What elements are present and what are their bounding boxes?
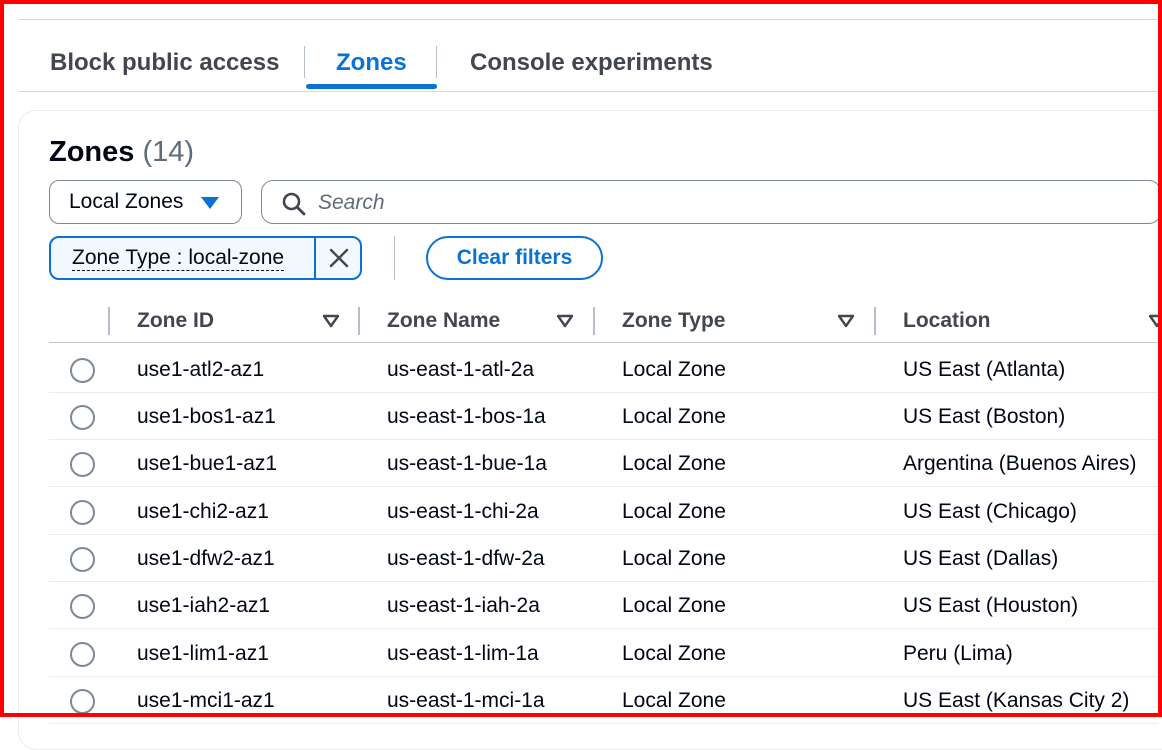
filter-token-label[interactable]: Zone Type : local-zone <box>72 246 285 271</box>
cell-zone-name: us-east-1-iah-2a <box>387 593 540 617</box>
caret-down-icon <box>201 197 219 209</box>
close-icon <box>329 248 349 268</box>
search-icon <box>282 192 306 216</box>
cell-zone-name: us-east-1-dfw-2a <box>387 546 545 570</box>
row-select-radio[interactable] <box>70 452 95 477</box>
cell-zone-id: use1-atl2-az1 <box>137 357 265 381</box>
tab-separator <box>436 46 437 78</box>
table-left-border <box>18 343 19 723</box>
sort-icon[interactable] <box>556 314 574 328</box>
cell-zone-type: Local Zone <box>622 357 726 381</box>
cell-zone-id: use1-bos1-az1 <box>137 404 276 428</box>
cell-zone-name: us-east-1-bue-1a <box>387 451 547 475</box>
table-row[interactable]: use1-iah2-az1 us-east-1-iah-2a Local Zon… <box>49 582 1158 629</box>
tab-block-public-access[interactable]: Block public access <box>50 34 279 91</box>
cell-zone-type: Local Zone <box>622 593 726 617</box>
table-header-divider <box>49 342 1158 343</box>
table-row[interactable]: use1-atl2-az1 us-east-1-atl-2a Local Zon… <box>49 346 1158 393</box>
row-select-radio[interactable] <box>70 500 95 525</box>
cell-location: US East (Houston) <box>903 593 1079 617</box>
cell-zone-name: us-east-1-lim-1a <box>387 641 539 665</box>
column-resizer[interactable] <box>874 307 876 335</box>
cell-zone-type: Local Zone <box>622 641 726 665</box>
remove-filter-button[interactable] <box>317 238 361 278</box>
zone-count: (14) <box>142 136 195 168</box>
row-select-radio[interactable] <box>70 642 95 667</box>
active-tab-indicator <box>306 84 437 89</box>
tab-console-experiments[interactable]: Console experiments <box>470 34 713 91</box>
cell-zone-type: Local Zone <box>622 499 726 523</box>
cell-location: US East (Atlanta) <box>903 357 1066 381</box>
column-resizer[interactable] <box>593 307 595 335</box>
top-divider <box>18 19 1158 20</box>
clear-filters-button[interactable]: Clear filters <box>426 236 603 280</box>
table-row[interactable]: use1-bos1-az1 us-east-1-bos-1a Local Zon… <box>49 393 1158 440</box>
cell-zone-name: us-east-1-atl-2a <box>387 357 535 381</box>
tab-bar: Block public access Zones Console experi… <box>18 34 1158 92</box>
table-row[interactable]: use1-chi2-az1 us-east-1-chi-2a Local Zon… <box>49 488 1158 535</box>
cell-zone-id: use1-lim1-az1 <box>137 641 269 665</box>
tab-zones[interactable]: Zones <box>336 34 407 91</box>
page-title-text: Zones <box>49 136 135 168</box>
row-select-radio[interactable] <box>70 547 95 572</box>
tab-separator <box>304 46 305 78</box>
cell-location: US East (Boston) <box>903 404 1066 428</box>
sort-icon[interactable] <box>837 314 855 328</box>
cell-location: Peru (Lima) <box>903 641 1013 665</box>
column-resizer[interactable] <box>358 307 360 335</box>
column-header-zone-id[interactable]: Zone ID <box>137 300 214 342</box>
row-select-radio[interactable] <box>70 594 95 619</box>
cell-zone-type: Local Zone <box>622 451 726 475</box>
cell-location: US East (Dallas) <box>903 546 1059 570</box>
cell-zone-type: Local Zone <box>622 546 726 570</box>
cell-zone-id: use1-dfw2-az1 <box>137 546 275 570</box>
zone-group-select[interactable]: Local Zones <box>49 180 242 224</box>
page-title: Zones (14) <box>49 136 194 169</box>
column-header-zone-type[interactable]: Zone Type <box>622 300 725 342</box>
zone-group-select-value: Local Zones <box>69 190 184 213</box>
sort-icon[interactable] <box>322 314 340 328</box>
cell-zone-id: use1-iah2-az1 <box>137 593 271 617</box>
row-select-radio[interactable] <box>70 689 95 714</box>
row-select-radio[interactable] <box>70 405 95 430</box>
row-select-radio[interactable] <box>70 358 95 383</box>
table-row[interactable]: use1-dfw2-az1 us-east-1-dfw-2a Local Zon… <box>49 535 1158 582</box>
filter-separator <box>394 236 395 280</box>
cell-zone-type: Local Zone <box>622 404 726 428</box>
search-input[interactable] <box>318 187 1118 219</box>
cell-location: Argentina (Buenos Aires) <box>903 451 1137 475</box>
table-row[interactable]: use1-lim1-az1 us-east-1-lim-1a Local Zon… <box>49 630 1158 677</box>
cell-zone-name: us-east-1-bos-1a <box>387 404 546 428</box>
cell-zone-id: use1-chi2-az1 <box>137 499 269 523</box>
token-divider <box>314 238 316 278</box>
table-row[interactable]: use1-bue1-az1 us-east-1-bue-1a Local Zon… <box>49 440 1158 487</box>
sort-icon[interactable] <box>1148 314 1162 328</box>
column-header-location[interactable]: Location <box>903 300 991 342</box>
filter-token: Zone Type : local-zone <box>49 236 362 280</box>
cell-zone-name: us-east-1-chi-2a <box>387 499 539 523</box>
column-resizer[interactable] <box>108 307 110 335</box>
column-header-zone-name[interactable]: Zone Name <box>387 300 500 342</box>
search-box <box>261 180 1161 224</box>
cell-location: US East (Chicago) <box>903 499 1077 523</box>
cell-zone-id: use1-bue1-az1 <box>137 451 278 475</box>
